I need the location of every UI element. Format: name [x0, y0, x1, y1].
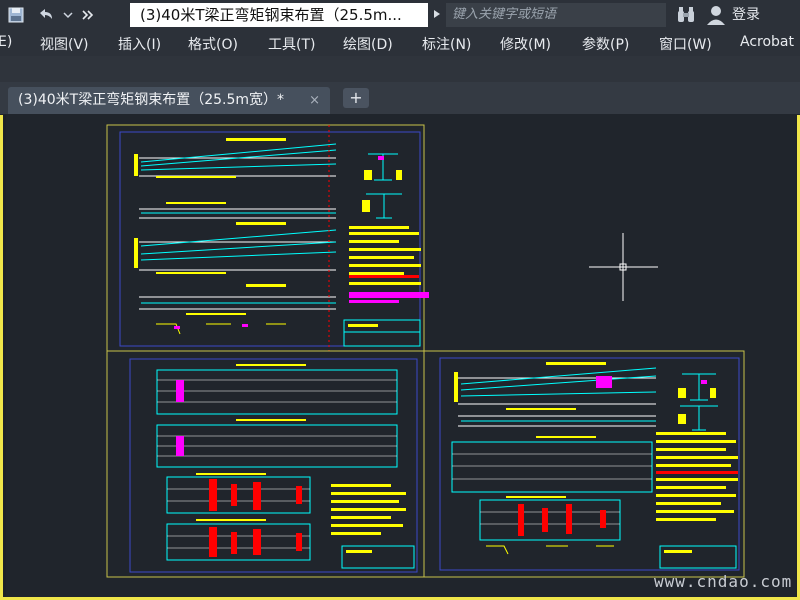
drawing-sheet-3	[423, 350, 745, 578]
save-icon[interactable]	[6, 5, 26, 25]
crosshair-cursor-icon	[589, 233, 658, 301]
menu-item-format[interactable]: 格式(O)	[188, 34, 238, 54]
search-input[interactable]: 键入关键字或短语	[446, 3, 666, 27]
chevron-down-icon[interactable]	[62, 5, 74, 25]
menu-item-tools[interactable]: 工具(T)	[268, 34, 315, 54]
menu-item-modify[interactable]: 修改(M)	[500, 34, 551, 54]
binoculars-icon[interactable]	[676, 5, 696, 25]
title-bar: (3)40米T梁正弯矩钢束布置（25.5m... 键入关键字或短语 登录	[0, 0, 800, 30]
double-chevron-right-icon[interactable]	[80, 5, 96, 25]
tab-label: (3)40米T梁正弯矩钢束布置（25.5m宽）*	[18, 92, 285, 108]
new-tab-button[interactable]: +	[343, 88, 369, 108]
menu-item-dimension[interactable]: 标注(N)	[422, 34, 471, 54]
undo-icon[interactable]	[34, 5, 56, 25]
menu-item-draw[interactable]: 绘图(D)	[343, 34, 393, 54]
menu-item-insert[interactable]: 插入(I)	[118, 34, 161, 54]
ribbon-strip	[0, 56, 800, 82]
user-icon[interactable]	[706, 4, 726, 26]
drawing-sheet-2	[106, 350, 425, 578]
tab-document[interactable]: (3)40米T梁正弯矩钢束布置（25.5m宽）* ×	[8, 87, 330, 114]
menu-item-window[interactable]: 窗口(W)	[659, 34, 712, 54]
menu-item-acrobat[interactable]: Acrobat	[740, 34, 794, 50]
cad-drawing	[106, 124, 745, 578]
menu-item-view[interactable]: 视图(V)	[40, 34, 89, 54]
menu-bar: E) 视图(V) 插入(I) 格式(O) 工具(T) 绘图(D) 标注(N) 修…	[0, 30, 800, 56]
menu-item-parameters[interactable]: 参数(P)	[582, 34, 629, 54]
document-tab-bar: (3)40米T梁正弯矩钢束布置（25.5m宽）* ×	[0, 82, 800, 115]
menu-item-edit[interactable]: E)	[0, 34, 12, 50]
drawing-sheet-1	[106, 124, 429, 352]
watermark-text: www.cndao.com	[654, 572, 793, 591]
triangle-right-icon[interactable]	[430, 5, 444, 25]
close-icon[interactable]: ×	[309, 87, 320, 114]
login-link[interactable]: 登录	[732, 4, 760, 26]
document-title: (3)40米T梁正弯矩钢束布置（25.5m...	[130, 3, 428, 27]
drawing-canvas[interactable]	[6, 114, 796, 597]
